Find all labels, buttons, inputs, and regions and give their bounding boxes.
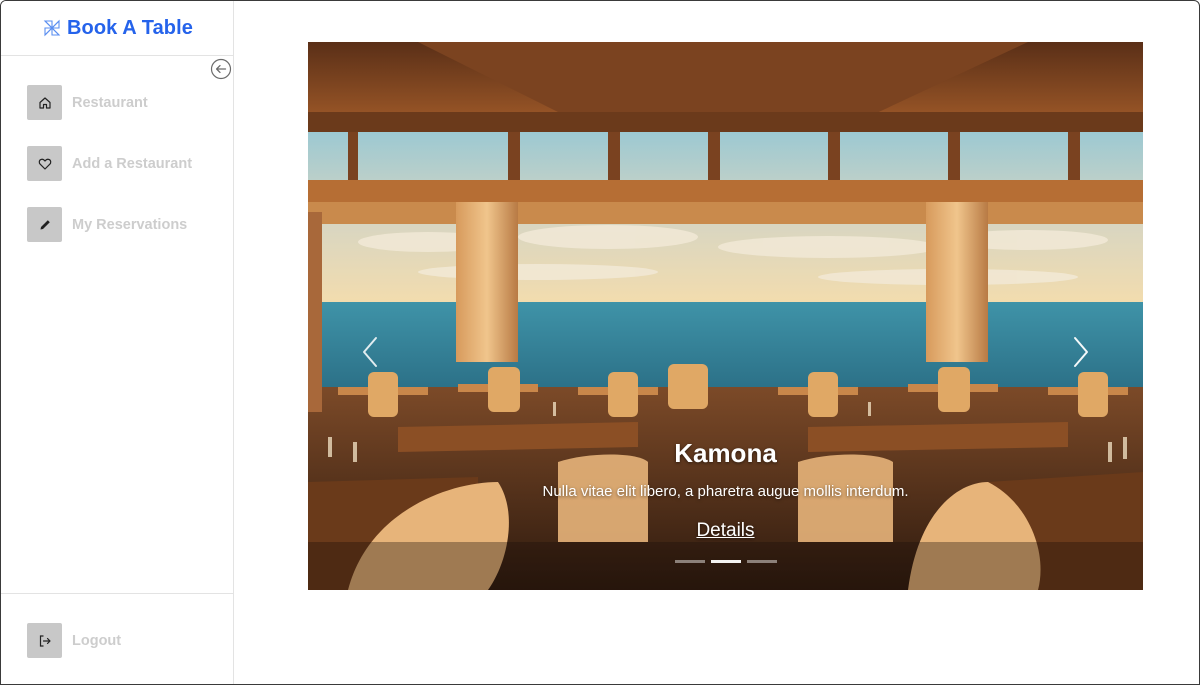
sidebar-item-label: Restaurant [72, 94, 148, 111]
collapse-sidebar-button[interactable] [210, 58, 232, 80]
sidebar-item-label: My Reservations [72, 216, 188, 233]
details-link[interactable]: Details [696, 520, 754, 542]
sidebar-item-add-restaurant[interactable]: Add a Restaurant [27, 146, 192, 181]
slide-description: Nulla vitae elit libero, a pharetra augu… [542, 483, 909, 500]
pencil-icon [27, 207, 62, 242]
sidebar-item-label: Add a Restaurant [72, 155, 193, 172]
logout-label: Logout [72, 632, 122, 649]
carousel-next-button[interactable] [1065, 332, 1095, 372]
sidebar-item-my-reservations[interactable]: My Reservations [27, 207, 187, 242]
app-window: Book A Table Restaurant Add a Restaurant… [0, 0, 1200, 685]
carousel-indicator[interactable] [674, 560, 705, 563]
carousel-indicator-active[interactable] [710, 560, 741, 563]
logout-icon [27, 623, 62, 658]
sidebar: Book A Table Restaurant Add a Restaurant… [1, 1, 234, 684]
brand[interactable]: Book A Table [1, 1, 233, 56]
arrow-left-circle-icon [210, 58, 232, 80]
restaurant-carousel[interactable]: Kamona Nulla vitae elit libero, a pharet… [308, 42, 1143, 590]
sidebar-footer [1, 593, 233, 594]
carousel-indicators [308, 560, 1143, 563]
heart-icon [27, 146, 62, 181]
carousel-prev-button[interactable] [356, 332, 386, 372]
brand-title: Book A Table [66, 16, 194, 39]
sidebar-item-restaurant[interactable]: Restaurant [27, 85, 148, 120]
chevron-left-icon [363, 337, 377, 367]
slide-title: Kamona [674, 438, 777, 468]
slide-caption: Kamona Nulla vitae elit libero, a pharet… [308, 437, 1143, 542]
logout-button[interactable]: Logout [27, 623, 121, 658]
pinwheel-icon [41, 17, 63, 39]
home-icon [27, 85, 62, 120]
chevron-right-icon [1074, 337, 1088, 367]
carousel-indicator[interactable] [746, 560, 777, 563]
